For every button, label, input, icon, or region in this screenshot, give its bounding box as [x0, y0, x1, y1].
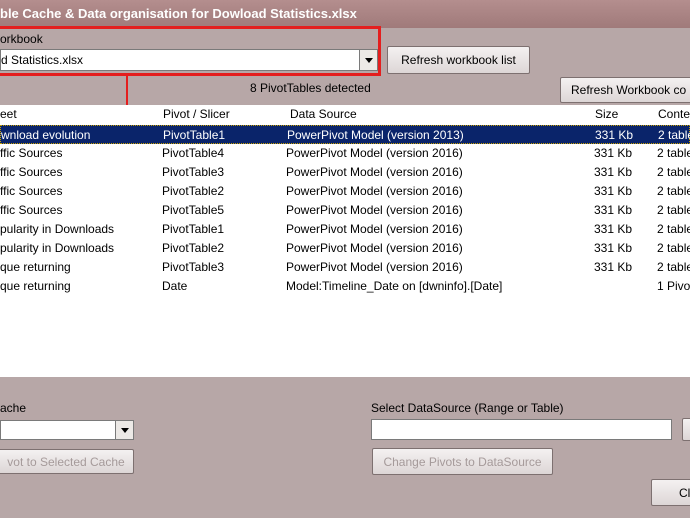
cache-label: ache — [0, 401, 27, 415]
table-row[interactable]: ffic Sources PivotTable4 PowerPivot Mode… — [0, 144, 690, 163]
change-pivots-to-datasource-button[interactable]: Change Pivots to DataSource — [372, 448, 553, 475]
table-row[interactable]: pularity in Downloads PivotTable1 PowerP… — [0, 220, 690, 239]
column-header-content[interactable]: Conte — [658, 107, 690, 121]
cache-dropdown-button[interactable] — [115, 421, 133, 439]
datasource-input[interactable] — [371, 419, 672, 440]
workbook-label: orkbook — [0, 32, 43, 46]
cache-combobox[interactable] — [0, 420, 134, 440]
workbook-combobox-value: d Statistics.xlsx — [1, 53, 84, 67]
column-header-size[interactable]: Size — [595, 107, 618, 121]
column-header-datasource[interactable]: Data Source — [290, 107, 357, 121]
close-button[interactable]: Cl — [651, 479, 690, 506]
table-row[interactable]: wnload evolution PivotTable1 PowerPivot … — [0, 125, 690, 144]
workbook-dropdown-button[interactable] — [359, 50, 377, 70]
change-pivot-to-cache-button[interactable]: vot to Selected Cache — [0, 449, 134, 474]
pivot-count-text: 8 PivotTables detected — [250, 81, 371, 95]
table-row[interactable]: ffic Sources PivotTable5 PowerPivot Mode… — [0, 201, 690, 220]
chevron-down-icon — [364, 57, 373, 63]
table-row[interactable]: ffic Sources PivotTable2 PowerPivot Mode… — [0, 182, 690, 201]
workbook-combobox[interactable]: d Statistics.xlsx — [0, 49, 378, 71]
column-header-pivot[interactable]: Pivot / Slicer — [163, 107, 230, 121]
table-row[interactable]: pularity in Downloads PivotTable2 PowerP… — [0, 239, 690, 258]
title-bar: ble Cache & Data organisation for Dowloa… — [0, 0, 690, 28]
list-header: eet Pivot / Slicer Data Source Size Cont… — [0, 105, 690, 124]
column-header-sheet[interactable]: eet — [0, 107, 17, 121]
refresh-workbook-list-button[interactable]: Refresh workbook list — [387, 46, 530, 74]
pivot-list[interactable]: eet Pivot / Slicer Data Source Size Cont… — [0, 105, 690, 377]
table-row[interactable]: que returning PivotTable3 PowerPivot Mod… — [0, 258, 690, 277]
table-row[interactable]: ffic Sources PivotTable3 PowerPivot Mode… — [0, 163, 690, 182]
datasource-label: Select DataSource (Range or Table) — [371, 401, 564, 415]
chevron-down-icon — [120, 427, 129, 433]
datasource-picker-button[interactable] — [682, 418, 690, 441]
window-title: ble Cache & Data organisation for Dowloa… — [0, 6, 357, 21]
table-row[interactable]: que returning Date Model:Timeline_Date o… — [0, 277, 690, 296]
refresh-workbook-button[interactable]: Refresh Workbook co — [560, 77, 690, 103]
